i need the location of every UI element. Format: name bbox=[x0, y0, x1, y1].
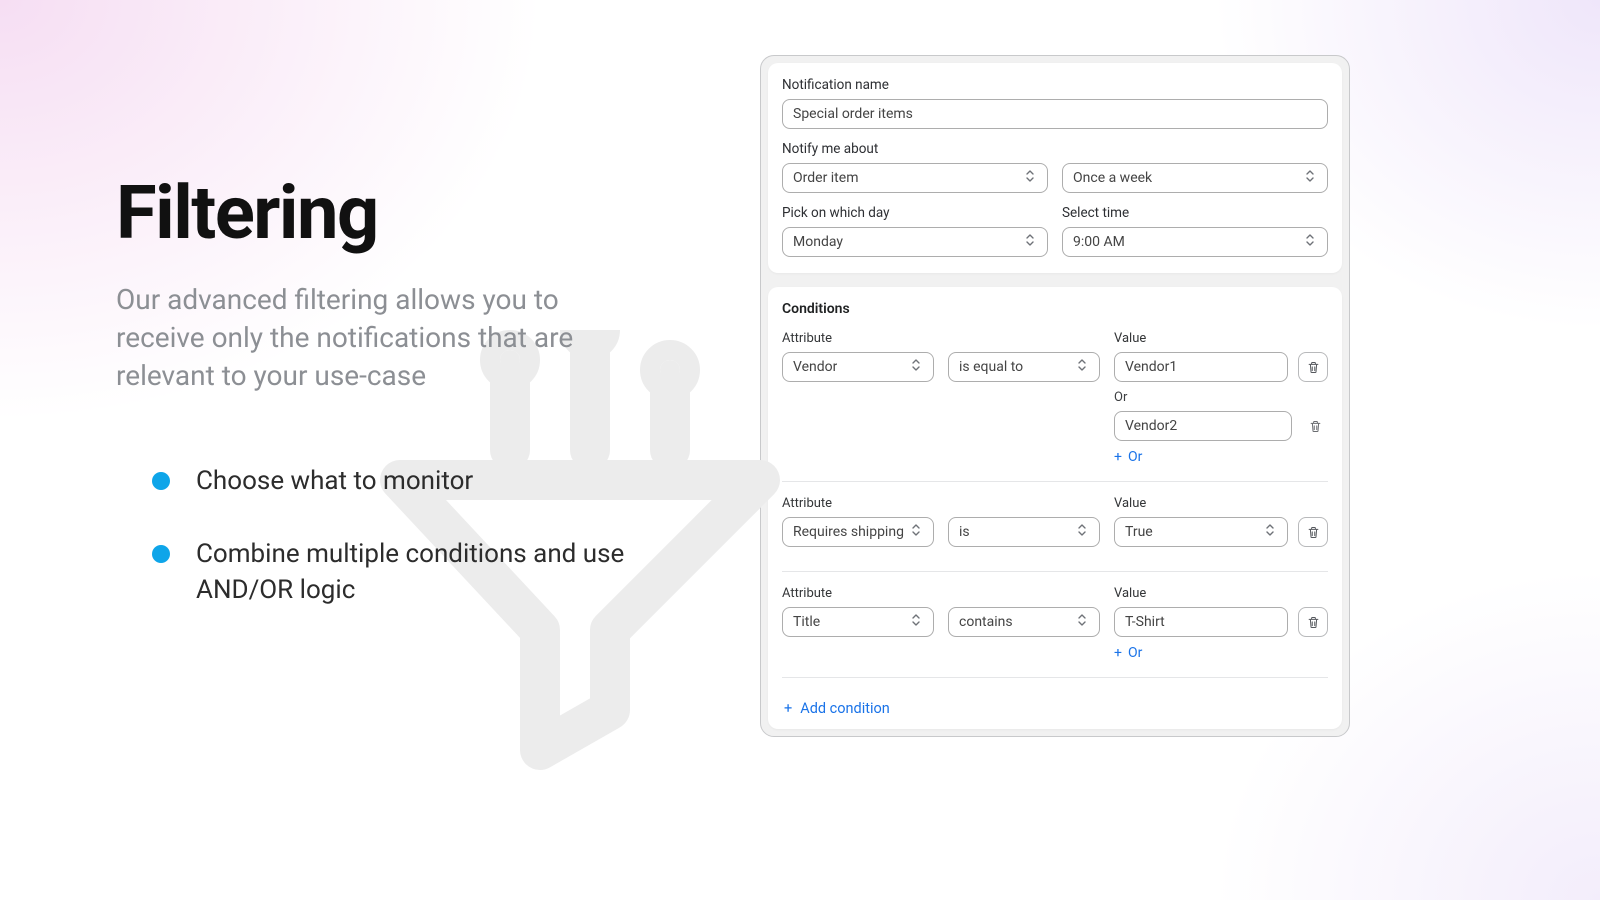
add-condition-label: Add condition bbox=[800, 700, 890, 717]
select-value: 9:00 AM bbox=[1073, 234, 1125, 250]
condition-row: Attribute Title . contains bbox=[782, 586, 1328, 678]
attribute-select[interactable]: Vendor bbox=[782, 352, 934, 382]
name-label: Notification name bbox=[782, 77, 1328, 93]
chevron-updown-icon bbox=[911, 613, 923, 631]
add-condition-button[interactable]: + Add condition bbox=[782, 692, 1328, 725]
attribute-select[interactable]: Title bbox=[782, 607, 934, 637]
add-or-button[interactable]: + Or bbox=[1114, 449, 1328, 465]
hero-subtitle: Our advanced filtering allows you to rec… bbox=[116, 281, 636, 394]
notify-label: Notify me about bbox=[782, 141, 1328, 157]
select-value: is equal to bbox=[959, 359, 1023, 375]
input-value: T-Shirt bbox=[1125, 614, 1165, 630]
trash-icon bbox=[1306, 360, 1321, 375]
notification-card: Notification name Special order items No… bbox=[768, 63, 1342, 273]
feature-text: Choose what to monitor bbox=[196, 464, 473, 499]
select-value: Requires shipping bbox=[793, 524, 904, 540]
value-label: Value bbox=[1114, 586, 1328, 601]
delete-button[interactable] bbox=[1302, 416, 1328, 436]
operator-select[interactable]: is equal to bbox=[948, 352, 1100, 382]
frequency-select[interactable]: Once a week bbox=[1062, 163, 1328, 193]
or-label: Or bbox=[1114, 390, 1328, 405]
plus-icon: + bbox=[1114, 645, 1122, 661]
attribute-label: Attribute bbox=[782, 586, 934, 601]
plus-icon: + bbox=[784, 700, 792, 717]
add-or-label: Or bbox=[1128, 645, 1142, 661]
bullet-dot-icon bbox=[152, 545, 170, 563]
bullet-dot-icon bbox=[152, 472, 170, 490]
select-value: Monday bbox=[793, 234, 843, 250]
attribute-select[interactable]: Requires shipping bbox=[782, 517, 934, 547]
attribute-label: Attribute bbox=[782, 496, 934, 511]
value-select[interactable]: True bbox=[1114, 517, 1288, 547]
select-value: Once a week bbox=[1073, 170, 1152, 186]
conditions-card: Conditions Attribute Vendor . bbox=[768, 287, 1342, 729]
feature-item: Choose what to monitor bbox=[152, 464, 710, 499]
hero-title: Filtering bbox=[116, 170, 710, 257]
trash-icon bbox=[1306, 525, 1321, 540]
conditions-title: Conditions bbox=[782, 301, 1328, 317]
day-label: Pick on which day bbox=[782, 205, 1048, 221]
value-label: Value bbox=[1114, 496, 1328, 511]
chevron-updown-icon bbox=[1077, 613, 1089, 631]
select-value: Title bbox=[793, 614, 820, 630]
chevron-updown-icon bbox=[1077, 523, 1089, 541]
delete-button[interactable] bbox=[1298, 517, 1328, 547]
input-value: Vendor1 bbox=[1125, 359, 1177, 375]
value-input[interactable]: Vendor2 bbox=[1114, 411, 1292, 441]
value-input[interactable]: T-Shirt bbox=[1114, 607, 1288, 637]
chevron-updown-icon bbox=[1025, 169, 1037, 187]
value-label: Value bbox=[1114, 331, 1328, 346]
trash-icon bbox=[1306, 615, 1321, 630]
add-or-button[interactable]: + Or bbox=[1114, 645, 1328, 661]
operator-select[interactable]: contains bbox=[948, 607, 1100, 637]
input-value: Special order items bbox=[793, 106, 913, 122]
add-or-label: Or bbox=[1128, 449, 1142, 465]
trash-icon bbox=[1308, 419, 1323, 434]
select-value: Vendor bbox=[793, 359, 837, 375]
attribute-label: Attribute bbox=[782, 331, 934, 346]
time-select[interactable]: 9:00 AM bbox=[1062, 227, 1328, 257]
feature-item: Combine multiple conditions and use AND/… bbox=[152, 537, 710, 607]
input-value: Vendor2 bbox=[1125, 418, 1177, 434]
chevron-updown-icon bbox=[1305, 169, 1317, 187]
chevron-updown-icon bbox=[1025, 233, 1037, 251]
chevron-updown-icon bbox=[1265, 523, 1277, 541]
delete-button[interactable] bbox=[1298, 607, 1328, 637]
plus-icon: + bbox=[1114, 449, 1122, 465]
select-value: Order item bbox=[793, 170, 858, 186]
filter-panel: Notification name Special order items No… bbox=[760, 55, 1350, 737]
select-value: True bbox=[1125, 524, 1153, 540]
feature-text: Combine multiple conditions and use AND/… bbox=[196, 537, 656, 607]
chevron-updown-icon bbox=[911, 358, 923, 376]
select-value: contains bbox=[959, 614, 1013, 630]
chevron-updown-icon bbox=[1305, 233, 1317, 251]
delete-button[interactable] bbox=[1298, 352, 1328, 382]
chevron-updown-icon bbox=[911, 523, 923, 541]
chevron-updown-icon bbox=[1077, 358, 1089, 376]
condition-row: Attribute Requires shipping . is bbox=[782, 496, 1328, 572]
notification-name-input[interactable]: Special order items bbox=[782, 99, 1328, 129]
notify-select[interactable]: Order item bbox=[782, 163, 1048, 193]
operator-select[interactable]: is bbox=[948, 517, 1100, 547]
time-label: Select time bbox=[1062, 205, 1328, 221]
value-input[interactable]: Vendor1 bbox=[1114, 352, 1288, 382]
condition-row: Attribute Vendor . is equal to bbox=[782, 331, 1328, 482]
select-value: is bbox=[959, 524, 970, 540]
day-select[interactable]: Monday bbox=[782, 227, 1048, 257]
